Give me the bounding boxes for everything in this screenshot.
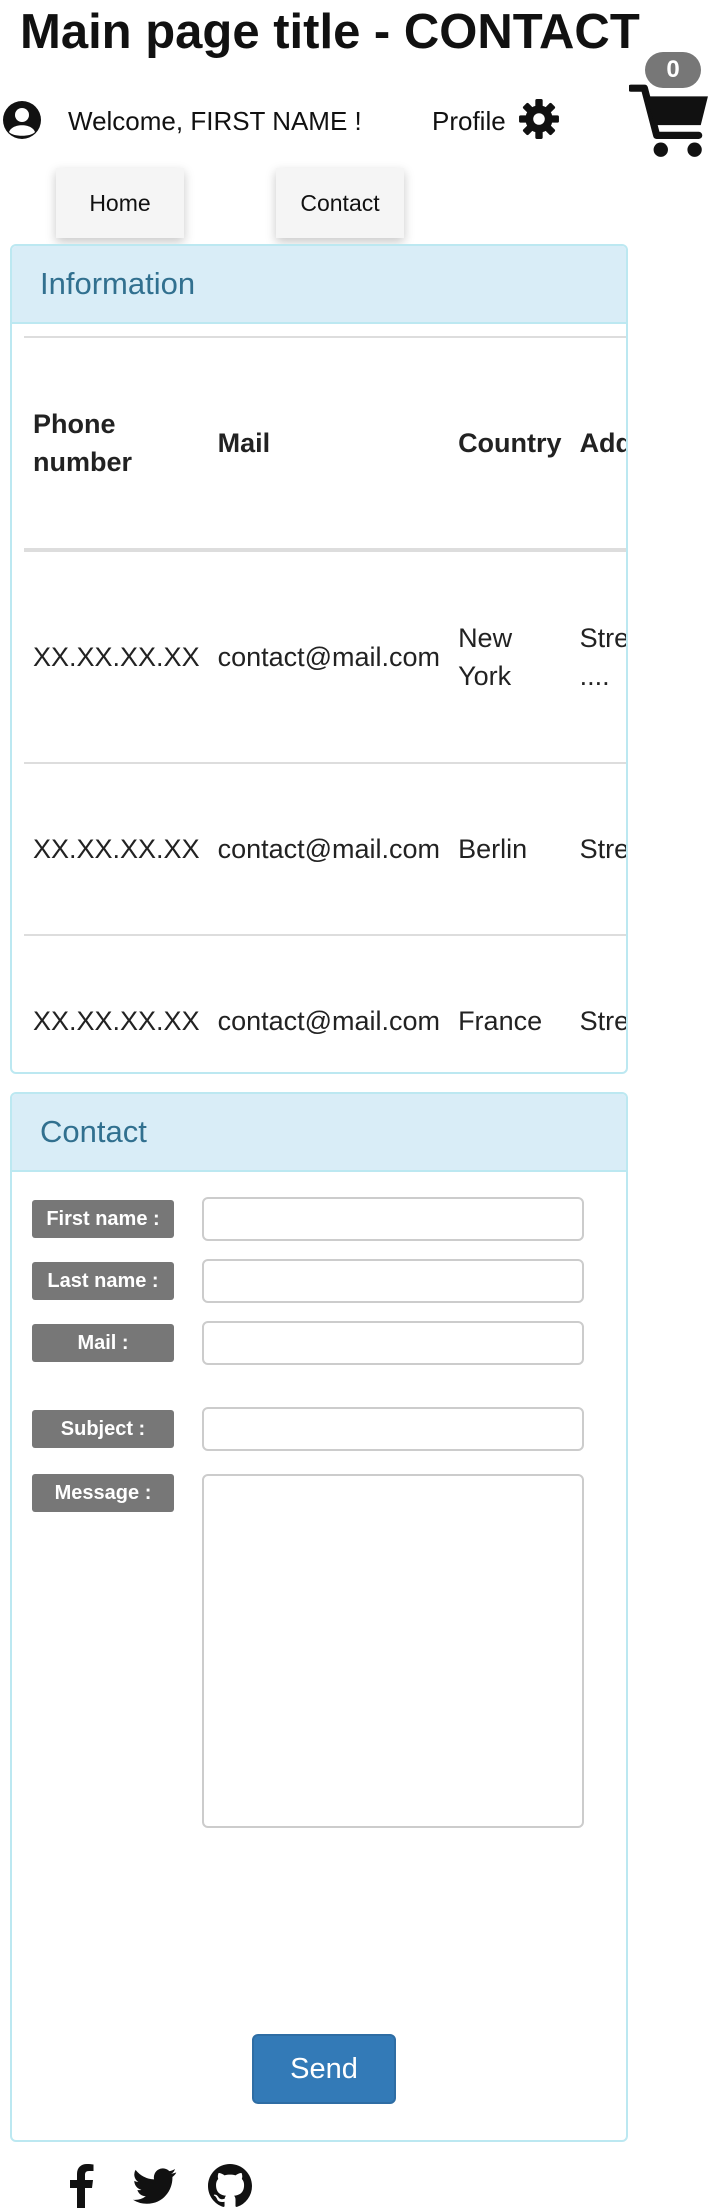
gear-icon[interactable] [518,98,560,140]
contact-panel: Contact First name : Last name : Mail : … [10,1092,628,2142]
table-row: XX.XX.XX.XX contact@mail.com France Stre… [24,935,628,1072]
information-table: Phone number Mail Country Address XX.XX.… [24,336,628,1072]
last-name-label: Last name : [32,1262,174,1300]
twitter-icon[interactable] [132,2164,178,2208]
column-header-mail: Mail [208,336,450,552]
facebook-icon[interactable] [66,2164,96,2208]
tab-contact[interactable]: Contact [276,168,404,238]
message-label: Message : [32,1474,174,1512]
first-name-input[interactable] [202,1197,584,1241]
page-title: Main page title - CONTACT [20,5,640,59]
subject-label: Subject : [32,1410,174,1448]
cell-address: Street .... [570,550,626,764]
table-row: XX.XX.XX.XX contact@mail.com New York St… [24,550,626,764]
tab-home[interactable]: Home [56,168,184,238]
cell-phone: XX.XX.XX.XX [24,550,209,764]
cart-count-badge: 0 [645,52,701,88]
contact-panel-heading: Contact [12,1094,626,1172]
cell-mail: contact@mail.com [208,550,450,764]
cell-phone: XX.XX.XX.XX [24,763,209,936]
cell-country: New York [449,550,571,764]
column-header-address: Address [570,336,626,552]
cell-country: Berlin [449,763,571,936]
information-panel: Information Phone number Mail Country Ad… [10,244,628,1074]
welcome-text: Welcome, FIRST NAME ! [68,106,362,136]
mail-input[interactable] [202,1321,584,1365]
column-header-country: Country [449,336,571,552]
shopping-cart[interactable]: 0 [625,50,715,165]
profile-link[interactable]: Profile [432,106,506,137]
subject-input[interactable] [202,1407,584,1451]
mail-label: Mail : [32,1324,174,1362]
message-textarea[interactable] [202,1474,584,1828]
cell-phone: XX.XX.XX.XX [33,1006,200,1036]
table-row: XX.XX.XX.XX contact@mail.com Berlin Stre… [24,763,626,936]
cell-address: Street [570,763,626,936]
cell-address: Street [579,1006,628,1036]
cart-icon [629,84,708,157]
cell-mail: contact@mail.com [217,1006,441,1036]
cell-country: France [458,1006,543,1036]
send-button[interactable]: Send [252,2034,396,2104]
last-name-input[interactable] [202,1259,584,1303]
first-name-label: First name : [32,1200,174,1238]
column-header-phone: Phone number [24,336,209,552]
cell-mail: contact@mail.com [208,763,450,936]
table-header-row: Phone number Mail Country Address [24,336,626,552]
information-table-wrapper: Phone number Mail Country Address XX.XX.… [24,336,628,1072]
github-icon[interactable] [208,2164,252,2208]
information-panel-heading: Information [12,246,626,324]
user-circle-icon [3,101,41,139]
